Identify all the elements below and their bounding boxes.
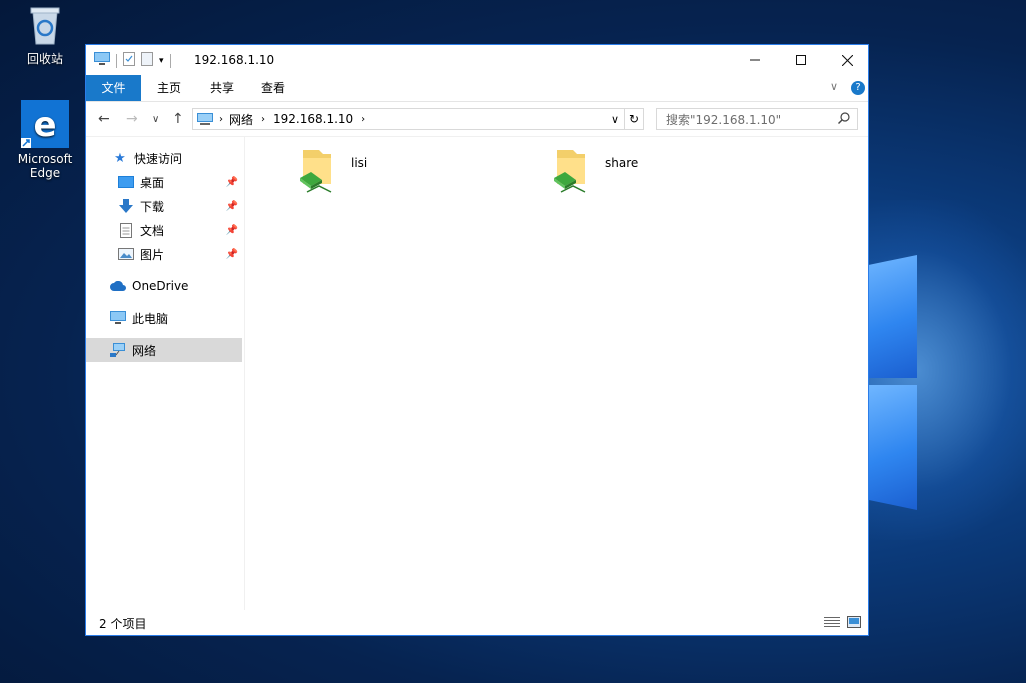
navigation-pane: ★ 快速访问 桌面 📌 下载 📌 文档 📌 图片 📌 OneDrive 此电脑 … bbox=[86, 136, 245, 610]
document-icon bbox=[118, 222, 134, 238]
search-box[interactable]: 搜索"192.168.1.10" bbox=[656, 108, 858, 130]
divider bbox=[169, 53, 171, 68]
nav-documents[interactable]: 文档 📌 bbox=[86, 218, 242, 242]
tab-view[interactable]: 查看 bbox=[247, 75, 299, 101]
nav-onedrive-label: OneDrive bbox=[132, 279, 189, 293]
forward-arrow-icon[interactable]: → bbox=[126, 111, 138, 127]
close-icon bbox=[841, 54, 853, 66]
shared-folder-item[interactable]: lisi bbox=[297, 148, 367, 197]
properties-icon[interactable] bbox=[123, 52, 135, 69]
up-arrow-icon[interactable]: ↑ bbox=[172, 111, 184, 127]
recycle-bin-desktop-icon[interactable]: 回收站 bbox=[10, 4, 80, 67]
breadcrumb-separator-icon[interactable]: › bbox=[219, 114, 223, 125]
address-bar[interactable]: › 网络 › 192.168.1.10 › ∨ ↻ bbox=[192, 108, 644, 130]
ribbon-tabs: 文件 主页 共享 查看 ∨ ? bbox=[86, 75, 868, 102]
file-explorer-window: ▾ 192.168.1.10 文件 主页 共享 查看 ∨ ? ← → ∨ ↑ › bbox=[85, 44, 869, 636]
edge-desktop-icon[interactable]: e Microsoft Edge bbox=[10, 100, 80, 180]
new-folder-icon[interactable] bbox=[141, 52, 153, 69]
breadcrumb-host[interactable]: 192.168.1.10 bbox=[273, 112, 353, 126]
nav-desktop[interactable]: 桌面 📌 bbox=[86, 170, 242, 194]
recent-locations-chevron-icon[interactable]: ∨ bbox=[152, 114, 159, 125]
recycle-bin-icon bbox=[27, 4, 63, 46]
folder-name: share bbox=[605, 156, 639, 170]
pin-icon[interactable]: 📌 bbox=[226, 201, 238, 212]
pictures-icon bbox=[118, 246, 134, 262]
nav-pictures[interactable]: 图片 📌 bbox=[86, 242, 242, 266]
back-arrow-icon[interactable]: ← bbox=[98, 111, 110, 127]
breadcrumb-separator-icon[interactable]: › bbox=[361, 114, 365, 125]
refresh-icon[interactable]: ↻ bbox=[624, 109, 643, 129]
nav-network-label: 网络 bbox=[132, 343, 157, 358]
breadcrumb-separator-icon[interactable]: › bbox=[261, 114, 265, 125]
file-list: lisi share bbox=[245, 136, 868, 610]
nav-this-pc-label: 此电脑 bbox=[132, 311, 169, 326]
shared-folder-icon bbox=[551, 148, 591, 197]
wallpaper-logo-pane-top bbox=[869, 255, 917, 378]
edge-icon: e bbox=[21, 100, 69, 148]
wallpaper-logo-pane-bottom bbox=[869, 385, 917, 510]
nav-onedrive[interactable]: OneDrive bbox=[86, 274, 242, 298]
star-icon: ★ bbox=[114, 150, 126, 166]
shared-folder-icon bbox=[297, 148, 337, 197]
help-icon[interactable]: ? bbox=[851, 81, 865, 95]
pin-icon[interactable]: 📌 bbox=[226, 177, 238, 188]
maximize-button[interactable] bbox=[778, 45, 824, 75]
quick-access-toolbar: ▾ bbox=[94, 52, 171, 69]
title-bar: ▾ 192.168.1.10 bbox=[86, 45, 868, 75]
nav-quick-access-label: 快速访问 bbox=[134, 151, 183, 166]
minimize-icon bbox=[750, 59, 760, 61]
computer-icon[interactable] bbox=[94, 52, 110, 69]
recycle-bin-label: 回收站 bbox=[26, 52, 63, 66]
breadcrumb-network[interactable]: 网络 bbox=[229, 111, 253, 128]
status-bar: 2 个项目 bbox=[86, 611, 868, 635]
tab-home[interactable]: 主页 bbox=[141, 75, 197, 101]
nav-this-pc[interactable]: 此电脑 bbox=[86, 306, 242, 330]
nav-network[interactable]: 网络 bbox=[86, 338, 242, 362]
nav-pictures-label: 图片 bbox=[140, 247, 165, 262]
folder-name: lisi bbox=[351, 156, 368, 170]
tab-share[interactable]: 共享 bbox=[197, 75, 247, 101]
onedrive-cloud-icon bbox=[110, 278, 126, 294]
shared-folder-item[interactable]: share bbox=[551, 148, 638, 197]
close-button[interactable] bbox=[824, 45, 870, 75]
pin-icon[interactable]: 📌 bbox=[226, 249, 238, 260]
nav-documents-label: 文档 bbox=[140, 223, 165, 238]
address-dropdown-chevron-icon[interactable]: ∨ bbox=[611, 113, 619, 126]
divider bbox=[116, 53, 117, 68]
download-arrow-icon bbox=[118, 198, 134, 214]
maximize-icon bbox=[796, 55, 806, 65]
large-icons-view-icon[interactable] bbox=[847, 616, 861, 631]
network-icon bbox=[110, 342, 126, 358]
nav-quick-access[interactable]: ★ 快速访问 bbox=[86, 146, 242, 170]
nav-downloads-label: 下载 bbox=[140, 199, 165, 214]
nav-desktop-label: 桌面 bbox=[140, 175, 165, 190]
desktop-icon bbox=[118, 174, 134, 190]
navigation-bar: ← → ∨ ↑ › 网络 › 192.168.1.10 › ∨ ↻ 搜索"192… bbox=[86, 102, 868, 137]
search-icon bbox=[838, 112, 850, 127]
pin-icon[interactable]: 📌 bbox=[226, 225, 238, 236]
edge-label-line1: Microsoft bbox=[17, 152, 73, 166]
network-location-icon bbox=[197, 113, 213, 125]
window-title: 192.168.1.10 bbox=[194, 53, 275, 67]
tab-file[interactable]: 文件 bbox=[86, 75, 141, 101]
nav-downloads[interactable]: 下载 📌 bbox=[86, 194, 242, 218]
edge-label-line2: Edge bbox=[29, 166, 61, 180]
search-input[interactable]: 搜索"192.168.1.10" bbox=[666, 111, 781, 128]
svg-text:e: e bbox=[33, 105, 56, 145]
details-view-icon[interactable] bbox=[824, 616, 840, 631]
expand-ribbon-chevron-icon[interactable]: ∨ bbox=[830, 80, 838, 93]
this-pc-icon bbox=[110, 310, 126, 326]
item-count: 2 个项目 bbox=[99, 616, 147, 631]
customize-qat-dropdown-icon[interactable]: ▾ bbox=[159, 56, 164, 66]
minimize-button[interactable] bbox=[732, 45, 778, 75]
